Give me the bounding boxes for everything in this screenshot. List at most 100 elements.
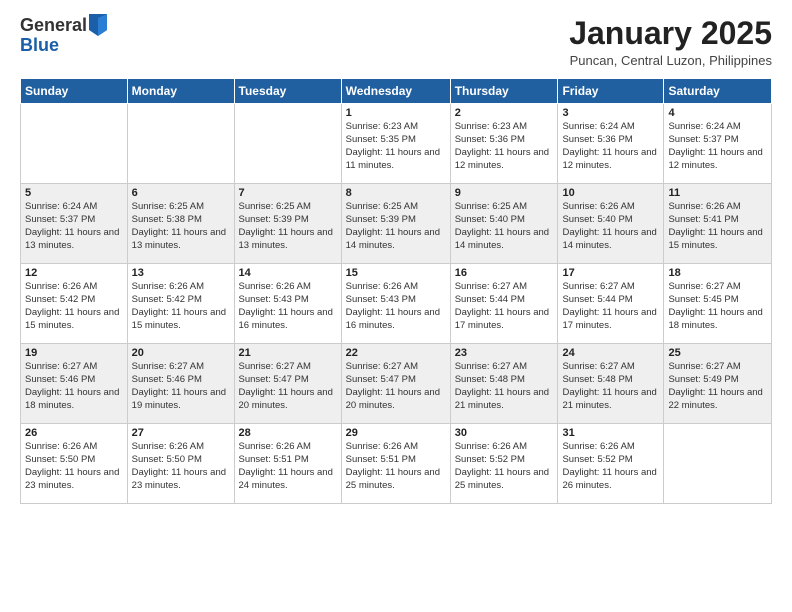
col-saturday: Saturday [664, 79, 772, 104]
day-info: Sunrise: 6:26 AMSunset: 5:40 PMDaylight:… [562, 201, 659, 252]
col-thursday: Thursday [450, 79, 558, 104]
day-number: 26 [25, 427, 123, 439]
calendar-cell-w0-d4: 2 Sunrise: 6:23 AMSunset: 5:36 PMDaylight… [450, 104, 558, 184]
month-title: January 2025 [569, 16, 772, 51]
col-wednesday: Wednesday [341, 79, 450, 104]
title-block: January 2025 Puncan, Central Luzon, Phil… [569, 16, 772, 68]
week-row-4: 26 Sunrise: 6:26 AMSunset: 5:50 PMDayligh… [21, 424, 772, 504]
calendar-cell-w4-d5: 31 Sunrise: 6:26 AMSunset: 5:52 PMDayligh… [558, 424, 664, 504]
week-row-3: 19Sunrise: 6:27 AMSunset: 5:46 PMDayligh… [21, 344, 772, 424]
day-number: 12 [25, 267, 123, 279]
day-info: Sunrise: 6:26 AMSunset: 5:52 PMDaylight:… [562, 441, 659, 492]
col-friday: Friday [558, 79, 664, 104]
calendar-cell-w1-d2: 7 Sunrise: 6:25 AMSunset: 5:39 PMDaylight… [234, 184, 341, 264]
day-number: 29 [346, 427, 446, 439]
day-number: 7 [239, 187, 337, 199]
day-info: Sunrise: 6:27 AMSunset: 5:46 PMDaylight:… [132, 361, 230, 412]
day-number: 24 [562, 347, 659, 359]
day-info: Sunrise: 6:25 AMSunset: 5:39 PMDaylight:… [239, 201, 337, 252]
calendar-cell-w4-d1: 27 Sunrise: 6:26 AMSunset: 5:50 PMDayligh… [127, 424, 234, 504]
page: General Blue January 2025 Puncan, Centra… [0, 0, 792, 612]
day-number: 17 [562, 267, 659, 279]
day-number: 30 [455, 427, 554, 439]
day-info: Sunrise: 6:26 AMSunset: 5:50 PMDaylight:… [132, 441, 230, 492]
week-row-2: 12 Sunrise: 6:26 AMSunset: 5:42 PMDayligh… [21, 264, 772, 344]
day-info: Sunrise: 6:25 AMSunset: 5:39 PMDaylight:… [346, 201, 446, 252]
calendar-cell-w3-d0: 19Sunrise: 6:27 AMSunset: 5:46 PMDayligh… [21, 344, 128, 424]
day-info: Sunrise: 6:25 AMSunset: 5:40 PMDaylight:… [455, 201, 554, 252]
calendar-cell-w3-d1: 20Sunrise: 6:27 AMSunset: 5:46 PMDayligh… [127, 344, 234, 424]
day-number: 6 [132, 187, 230, 199]
day-info: Sunrise: 6:23 AMSunset: 5:35 PMDaylight:… [346, 121, 446, 172]
day-info: Sunrise: 6:26 AMSunset: 5:52 PMDaylight:… [455, 441, 554, 492]
day-info: Sunrise: 6:27 AMSunset: 5:48 PMDaylight:… [562, 361, 659, 412]
day-info: Sunrise: 6:25 AMSunset: 5:38 PMDaylight:… [132, 201, 230, 252]
day-number: 1 [346, 107, 446, 119]
calendar-cell-w2-d2: 14 Sunrise: 6:26 AMSunset: 5:43 PMDayligh… [234, 264, 341, 344]
day-number: 25 [668, 347, 767, 359]
calendar-cell-w1-d1: 6 Sunrise: 6:25 AMSunset: 5:38 PMDaylight… [127, 184, 234, 264]
day-number: 3 [562, 107, 659, 119]
day-number: 22 [346, 347, 446, 359]
day-info: Sunrise: 6:26 AMSunset: 5:50 PMDaylight:… [25, 441, 123, 492]
day-info: Sunrise: 6:27 AMSunset: 5:47 PMDaylight:… [346, 361, 446, 412]
logo-text: General Blue [20, 16, 107, 56]
calendar-cell-w2-d5: 17 Sunrise: 6:27 AMSunset: 5:44 PMDayligh… [558, 264, 664, 344]
day-number: 31 [562, 427, 659, 439]
header: General Blue January 2025 Puncan, Centra… [20, 16, 772, 68]
logo-icon [89, 14, 107, 36]
day-info: Sunrise: 6:27 AMSunset: 5:44 PMDaylight:… [455, 281, 554, 332]
day-info: Sunrise: 6:26 AMSunset: 5:51 PMDaylight:… [239, 441, 337, 492]
calendar-cell-w2-d6: 18Sunrise: 6:27 AMSunset: 5:45 PMDayligh… [664, 264, 772, 344]
day-info: Sunrise: 6:26 AMSunset: 5:42 PMDaylight:… [25, 281, 123, 332]
day-info: Sunrise: 6:27 AMSunset: 5:47 PMDaylight:… [239, 361, 337, 412]
day-number: 8 [346, 187, 446, 199]
location: Puncan, Central Luzon, Philippines [569, 53, 772, 68]
calendar-cell-w1-d0: 5 Sunrise: 6:24 AMSunset: 5:37 PMDaylight… [21, 184, 128, 264]
calendar-cell-w4-d2: 28 Sunrise: 6:26 AMSunset: 5:51 PMDayligh… [234, 424, 341, 504]
day-info: Sunrise: 6:26 AMSunset: 5:43 PMDaylight:… [239, 281, 337, 332]
calendar-cell-w4-d3: 29Sunrise: 6:26 AMSunset: 5:51 PMDayligh… [341, 424, 450, 504]
calendar-cell-w2-d0: 12 Sunrise: 6:26 AMSunset: 5:42 PMDayligh… [21, 264, 128, 344]
calendar-cell-w2-d1: 13Sunrise: 6:26 AMSunset: 5:42 PMDayligh… [127, 264, 234, 344]
day-info: Sunrise: 6:27 AMSunset: 5:46 PMDaylight:… [25, 361, 123, 412]
day-number: 23 [455, 347, 554, 359]
calendar-cell-w4-d6 [664, 424, 772, 504]
week-row-0: 1 Sunrise: 6:23 AMSunset: 5:35 PMDaylight… [21, 104, 772, 184]
calendar-cell-w1-d6: 11Sunrise: 6:26 AMSunset: 5:41 PMDayligh… [664, 184, 772, 264]
col-tuesday: Tuesday [234, 79, 341, 104]
calendar-cell-w0-d2 [234, 104, 341, 184]
day-info: Sunrise: 6:24 AMSunset: 5:36 PMDaylight:… [562, 121, 659, 172]
day-info: Sunrise: 6:24 AMSunset: 5:37 PMDaylight:… [25, 201, 123, 252]
day-info: Sunrise: 6:26 AMSunset: 5:43 PMDaylight:… [346, 281, 446, 332]
calendar-cell-w0-d3: 1 Sunrise: 6:23 AMSunset: 5:35 PMDaylight… [341, 104, 450, 184]
day-info: Sunrise: 6:27 AMSunset: 5:45 PMDaylight:… [668, 281, 767, 332]
calendar-cell-w3-d4: 23 Sunrise: 6:27 AMSunset: 5:48 PMDayligh… [450, 344, 558, 424]
calendar-cell-w3-d6: 25 Sunrise: 6:27 AMSunset: 5:49 PMDayligh… [664, 344, 772, 424]
day-info: Sunrise: 6:27 AMSunset: 5:49 PMDaylight:… [668, 361, 767, 412]
calendar-cell-w1-d5: 10Sunrise: 6:26 AMSunset: 5:40 PMDayligh… [558, 184, 664, 264]
logo-general: General [20, 16, 87, 36]
day-info: Sunrise: 6:27 AMSunset: 5:44 PMDaylight:… [562, 281, 659, 332]
calendar-header-row: Sunday Monday Tuesday Wednesday Thursday… [21, 79, 772, 104]
day-info: Sunrise: 6:23 AMSunset: 5:36 PMDaylight:… [455, 121, 554, 172]
calendar-cell-w3-d3: 22 Sunrise: 6:27 AMSunset: 5:47 PMDayligh… [341, 344, 450, 424]
week-row-1: 5 Sunrise: 6:24 AMSunset: 5:37 PMDaylight… [21, 184, 772, 264]
day-number: 16 [455, 267, 554, 279]
day-info: Sunrise: 6:24 AMSunset: 5:37 PMDaylight:… [668, 121, 767, 172]
day-number: 28 [239, 427, 337, 439]
calendar-cell-w0-d0 [21, 104, 128, 184]
day-info: Sunrise: 6:26 AMSunset: 5:41 PMDaylight:… [668, 201, 767, 252]
day-number: 13 [132, 267, 230, 279]
day-number: 27 [132, 427, 230, 439]
calendar-cell-w4-d4: 30 Sunrise: 6:26 AMSunset: 5:52 PMDayligh… [450, 424, 558, 504]
day-number: 15 [346, 267, 446, 279]
day-info: Sunrise: 6:27 AMSunset: 5:48 PMDaylight:… [455, 361, 554, 412]
calendar-cell-w0-d5: 3 Sunrise: 6:24 AMSunset: 5:36 PMDaylight… [558, 104, 664, 184]
logo-blue: Blue [20, 36, 107, 56]
day-number: 2 [455, 107, 554, 119]
calendar: Sunday Monday Tuesday Wednesday Thursday… [20, 78, 772, 504]
day-number: 5 [25, 187, 123, 199]
day-number: 14 [239, 267, 337, 279]
calendar-cell-w0-d6: 4Sunrise: 6:24 AMSunset: 5:37 PMDaylight… [664, 104, 772, 184]
